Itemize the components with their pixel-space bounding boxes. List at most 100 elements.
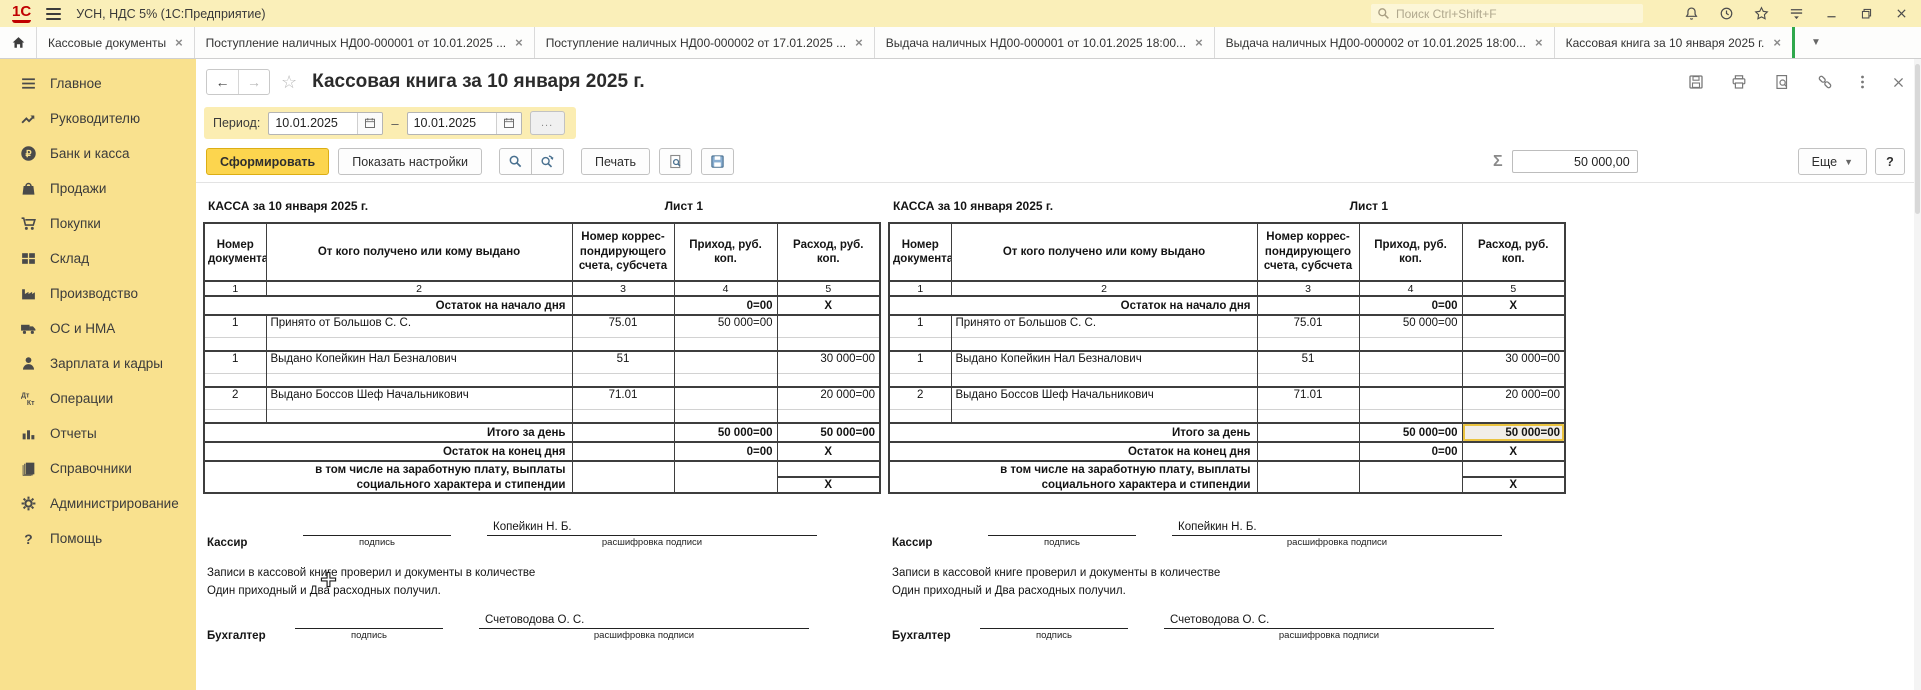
chevron-down-icon: ▼ [1844,157,1853,167]
including-row-line2: социального характера и стипендии X [889,477,1565,493]
more-button[interactable]: Еще▼ [1798,148,1867,175]
link-icon[interactable] [1817,74,1833,90]
tab-cash-receipt-2[interactable]: Поступление наличных НД00-000002 от 17.0… [535,27,875,58]
save-icon[interactable] [1688,74,1704,90]
restore-icon[interactable] [1858,6,1874,22]
sidebar-item-bank-cash[interactable]: ₽ Банк и касса [0,136,196,171]
sidebar-item-manager[interactable]: Руководителю [0,101,196,136]
warehouse-icon [20,250,37,267]
daily-total-row: Итого за день 50 000=00 50 000=00 [204,423,880,442]
tab-close-icon[interactable]: × [515,36,523,49]
opening-balance-row: Остаток на начало дня 0=00 X [204,296,880,315]
tab-cash-issue-1[interactable]: Выдача наличных НД00-000001 от 10.01.202… [875,27,1215,58]
close-icon[interactable] [1892,76,1905,89]
find-next-button[interactable] [531,148,564,175]
sidebar-item-purchases[interactable]: Покупки [0,206,196,241]
home-icon [11,35,26,50]
scrollbar-thumb[interactable] [1915,64,1920,214]
tab-cash-book[interactable]: Кассовая книга за 10 января 2025 г. × [1555,27,1795,58]
sidebar-item-sales[interactable]: Продажи [0,171,196,206]
tab-close-icon[interactable]: × [1535,36,1543,49]
sidebar-item-warehouse[interactable]: Склад [0,241,196,276]
header-row: Номер документа От кого получено или ком… [889,223,1565,281]
period-from-input[interactable] [269,116,357,130]
check-note: Записи в кассовой книге проверил и докум… [207,564,879,601]
document-row: 1 Выдано Копейкин Нал Безналович 51 30 0… [204,351,880,387]
sidebar-item-administration[interactable]: Администрирование [0,486,196,521]
closing-balance-row: Остаток на конец дня 0=00 X [889,442,1565,461]
accountant-name: Счетоводова О. С. [485,614,584,626]
print-button[interactable]: Печать [581,148,650,175]
document-row: 1 Принято от Большов С. С. 75.01 50 000=… [889,315,1565,351]
tab-cash-documents[interactable]: Кассовые документы × [37,27,195,58]
tab-list-dropdown[interactable]: ▼ [1795,27,1837,58]
tab-cash-receipt-1[interactable]: Поступление наличных НД00-000001 от 10.0… [195,27,535,58]
truck-icon [20,320,37,337]
cashier-label: Кассир [207,537,295,550]
header-row: Номер документа От кого получено или ком… [204,223,880,281]
check-note: Записи в кассовой книге проверил и докум… [892,564,1564,601]
calendar-icon[interactable] [496,113,521,134]
search-input[interactable] [1396,7,1637,21]
including-row-line2: социального характера и стипендии X [204,477,880,493]
sidebar-item-production[interactable]: Производство [0,276,196,311]
show-settings-button[interactable]: Показать настройки [338,148,482,175]
period-to-field[interactable] [407,112,522,135]
sidebar-item-operations[interactable]: ДтКт Операции [0,381,196,416]
favorite-star-icon[interactable]: ☆ [281,72,297,93]
sheet-caption: КАССА за 10 января 2025 г. [208,199,368,213]
favorites-star-icon[interactable] [1753,6,1769,22]
global-search[interactable] [1371,4,1643,23]
sidebar-item-fixed-assets[interactable]: ОС и НМА [0,311,196,346]
period-to-input[interactable] [408,116,496,130]
tab-close-icon[interactable]: × [175,36,183,49]
main-functions-menu-icon[interactable] [1788,6,1804,22]
tab-close-icon[interactable]: × [1195,36,1203,49]
including-row-line1: в том числе на заработную плату, выплаты [204,461,880,477]
person-icon [20,355,37,372]
print-icon[interactable] [1731,74,1747,90]
signature-decode-line: Копейкин Н. Б.расшифровка подписи [487,521,817,536]
hamburger-menu-icon[interactable] [46,8,61,20]
svg-text:?: ? [24,531,32,547]
tab-close-icon[interactable]: × [855,36,863,49]
cash-book-sheet-right: КАССА за 10 января 2025 г. Лист 1 Номер … [888,197,1564,643]
tab-cash-issue-2[interactable]: Выдача наличных НД00-000002 от 10.01.202… [1215,27,1555,58]
sidebar-item-reports[interactable]: Отчеты [0,416,196,451]
vertical-scrollbar[interactable] [1914,59,1921,690]
save-result-button[interactable] [701,148,734,175]
find-button[interactable] [499,148,532,175]
sidebar-item-help[interactable]: ? Помощь [0,521,196,556]
nav-forward-button[interactable]: → [238,70,269,94]
signatures-block: Кассир подпись Копейкин Н. Б.расшифровка… [888,494,1564,643]
sum-value-field[interactable] [1512,150,1638,173]
preview-icon[interactable] [1774,74,1790,90]
generate-button[interactable]: Сформировать [206,148,329,175]
sidebar-item-main[interactable]: Главное [0,66,196,101]
report-window: ← → ☆ Кассовая книга за 10 января 2025 г… [196,59,1921,690]
tab-close-icon[interactable]: × [1773,36,1781,49]
help-icon: ? [20,530,37,547]
period-more-button[interactable]: ... [530,111,565,135]
history-clock-icon[interactable] [1718,6,1734,22]
more-dots-icon[interactable] [1860,74,1865,90]
notifications-bell-icon[interactable] [1683,6,1699,22]
signature-line: подпись [295,614,443,629]
sidebar-item-directories[interactable]: Справочники [0,451,196,486]
nav-back-button[interactable]: ← [207,70,238,94]
period-from-field[interactable] [268,112,383,135]
selected-cell[interactable]: 50 000=00 [1462,423,1565,442]
gear-icon [20,495,37,512]
signatures-block: Кассир подпись Копейкин Н. Б.расшифровка… [203,494,879,643]
bar-chart-icon [20,425,37,442]
closing-balance-row: Остаток на конец дня 0=00 X [204,442,880,461]
help-button[interactable]: ? [1875,148,1905,175]
svg-text:Кт: Кт [27,400,35,407]
document-row: 2 Выдано Боссов Шеф Начальникович 71.01 … [204,387,880,423]
minimize-icon[interactable] [1823,6,1839,22]
calendar-icon[interactable] [357,113,382,134]
preview-button[interactable] [659,148,692,175]
tab-home[interactable] [0,27,37,58]
sidebar-item-salary-hr[interactable]: Зарплата и кадры [0,346,196,381]
close-icon[interactable] [1893,6,1909,22]
